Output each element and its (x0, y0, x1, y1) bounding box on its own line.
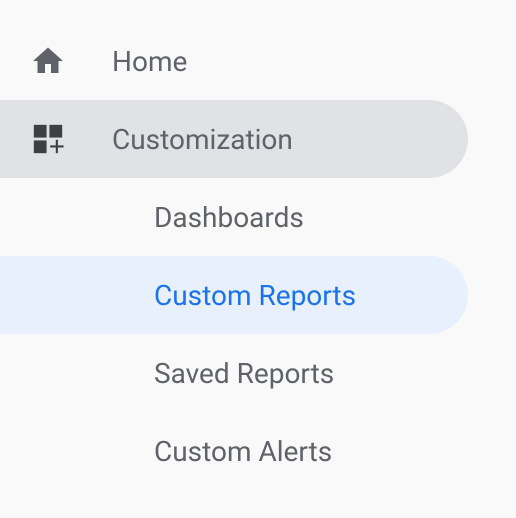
sidebar-item-label: Customization (112, 123, 293, 156)
sidebar-item-customization[interactable]: Customization (0, 100, 468, 178)
sidebar-subitem-label: Saved Reports (154, 357, 334, 390)
sidebar-subitem-label: Custom Alerts (154, 435, 332, 468)
sidebar-subitem-dashboards[interactable]: Dashboards (0, 178, 516, 256)
customization-icon (30, 121, 66, 157)
home-icon (30, 43, 66, 79)
sidebar-subitem-custom-reports[interactable]: Custom Reports (0, 256, 468, 334)
sidebar-subitem-label: Dashboards (154, 201, 304, 234)
sidebar: Home Customization Dashboards Custom Rep… (0, 0, 516, 490)
sidebar-subitem-custom-alerts[interactable]: Custom Alerts (0, 412, 516, 490)
sidebar-subitem-label: Custom Reports (154, 279, 356, 312)
sidebar-item-home[interactable]: Home (0, 22, 516, 100)
sidebar-item-label: Home (112, 45, 187, 78)
sidebar-subitem-saved-reports[interactable]: Saved Reports (0, 334, 516, 412)
